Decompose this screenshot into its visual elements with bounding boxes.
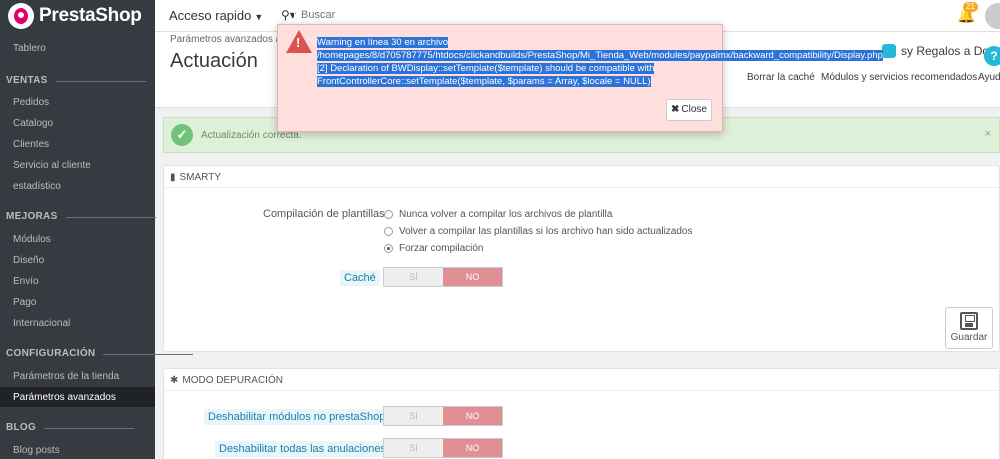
- disable-overrides-no[interactable]: NO: [443, 439, 502, 457]
- sidebar-item-clientes[interactable]: Clientes: [13, 139, 49, 150]
- sidebar-item-envio[interactable]: Envío: [13, 276, 39, 287]
- avatar[interactable]: [985, 3, 1000, 29]
- radio-button[interactable]: [384, 210, 393, 219]
- breadcrumb[interactable]: Parámetros avanzados /: [170, 34, 278, 45]
- debug-heading-text: MODO DEPURACIÓN: [182, 375, 283, 386]
- close-button-label: Close: [681, 104, 707, 115]
- disable-overrides-toggle[interactable]: SÍ NO: [383, 438, 503, 458]
- clear-cache-link[interactable]: Borrar la caché: [747, 72, 815, 83]
- smarty-panel: ▮ SMARTY Compilación de plantillas Nunca …: [163, 165, 1000, 352]
- sidebar-item-blog-posts[interactable]: Blog posts: [13, 445, 60, 456]
- logo-text: PrestaShop: [39, 5, 142, 26]
- cache-no[interactable]: NO: [443, 268, 502, 286]
- warning-line-2: /homepages/8/d705787775/htdocs/clickandb…: [317, 50, 883, 61]
- close-icon[interactable]: ×: [985, 128, 991, 140]
- warning-dialog: ! Warning en línea 30 en archivo /homepa…: [277, 24, 883, 132]
- floppy-disk-icon: [960, 312, 978, 330]
- warning-line-3: [2] Declaration of BWDisplay::setTemplat…: [317, 63, 655, 74]
- compile-option-never-label: Nunca volver a compilar los archivos de …: [399, 209, 613, 220]
- search-box: [294, 4, 444, 26]
- sidebar-item-modulos[interactable]: Módulos: [13, 234, 51, 245]
- puzzle-icon: [882, 44, 896, 58]
- caret-down-icon: ▼: [254, 12, 264, 22]
- sidebar-item-pedidos[interactable]: Pedidos: [13, 97, 49, 108]
- search-input[interactable]: [295, 5, 443, 25]
- sidebar-item-diseno[interactable]: Diseño: [13, 255, 44, 266]
- check-icon: ✓: [171, 124, 193, 146]
- debug-panel-heading: ✱ MODO DEPURACIÓN: [164, 369, 999, 391]
- sidebar-heading-blog: BLOG: [6, 422, 135, 433]
- sidebar-item-parametros-avanzados[interactable]: Parámetros avanzados: [13, 392, 116, 403]
- sidebar-item-estadistico[interactable]: estadístico: [13, 181, 61, 192]
- close-icon: ✖: [671, 104, 680, 115]
- help-link[interactable]: Ayuda: [978, 72, 1000, 83]
- help-icon[interactable]: ?: [984, 46, 1000, 66]
- smarty-panel-heading: ▮ SMARTY: [164, 166, 999, 188]
- quick-access-label: Acceso rapido: [169, 8, 252, 23]
- template-compile-label: Compilación de plantillas: [263, 208, 385, 220]
- sidebar-item-parametros-tienda[interactable]: Parámetros de la tienda: [13, 371, 119, 382]
- smarty-heading-text: SMARTY: [179, 172, 222, 183]
- disable-modules-label: Deshabilitar módulos no prestaShop: [204, 409, 390, 425]
- prestashop-logo-icon: [8, 3, 34, 29]
- disable-modules-toggle[interactable]: SÍ NO: [383, 406, 503, 426]
- prestashop-logo[interactable]: PrestaShop: [0, 0, 155, 32]
- cache-label: Caché: [340, 270, 380, 286]
- cache-yes[interactable]: SÍ: [384, 268, 443, 286]
- quick-access-dropdown[interactable]: Acceso rapido ▼: [169, 8, 263, 23]
- sidebar-heading-ventas: VENTAS: [6, 75, 145, 86]
- radio-button-selected[interactable]: [384, 244, 393, 253]
- sidebar-heading-mejoras: MEJORAS: [6, 211, 155, 222]
- sidebar-item-servicio-cliente[interactable]: Servicio al cliente: [13, 160, 91, 171]
- recommended-modules-link[interactable]: Módulos y servicios recomendados: [821, 72, 977, 83]
- warning-line-4: FrontControllerCore::setTemplate($templa…: [317, 76, 651, 87]
- debug-mode-panel: ✱ MODO DEPURACIÓN Deshabilitar módulos no…: [163, 368, 1000, 459]
- warning-exclamation: !: [296, 35, 301, 50]
- sidebar: Tablero VENTAS Pedidos Catalogo Clientes…: [0, 32, 195, 459]
- sidebar-heading-configuracion: CONFIGURACIÓN: [6, 348, 195, 359]
- sidebar-item-internacional[interactable]: Internacional: [13, 318, 70, 329]
- close-button[interactable]: ✖ Close: [666, 99, 712, 121]
- notifications-badge: 21: [963, 2, 978, 12]
- sidebar-item-pago[interactable]: Pago: [13, 297, 36, 308]
- disable-overrides-label: Deshabilitar todas las anulaciones: [215, 441, 390, 457]
- disable-overrides-yes[interactable]: SÍ: [384, 439, 443, 457]
- warning-line-1: Warning en línea 30 en archivo: [317, 37, 449, 48]
- compile-option-never[interactable]: Nunca volver a compilar los archivos de …: [384, 209, 612, 220]
- cache-toggle[interactable]: SÍ NO: [383, 267, 503, 287]
- bug-icon: ✱: [170, 375, 179, 386]
- radio-button[interactable]: [384, 227, 393, 236]
- briefcase-icon: ▮: [170, 172, 176, 183]
- compile-option-force[interactable]: Forzar compilación: [384, 243, 483, 254]
- compile-option-force-label: Forzar compilación: [399, 243, 484, 254]
- save-button[interactable]: Guardar: [945, 307, 993, 349]
- save-label: Guardar: [950, 332, 988, 343]
- compile-option-if-updated-label: Volver a compilar las plantillas si los …: [399, 226, 693, 237]
- compile-option-if-updated[interactable]: Volver a compilar las plantillas si los …: [384, 226, 692, 237]
- sidebar-item-tablero[interactable]: Tablero: [13, 43, 46, 54]
- sidebar-item-catalogo[interactable]: Catalogo: [13, 118, 53, 129]
- page-title: Actuación: [170, 50, 258, 72]
- warning-message[interactable]: Warning en línea 30 en archivo /homepage…: [317, 36, 883, 88]
- disable-modules-yes[interactable]: SÍ: [384, 407, 443, 425]
- disable-modules-no[interactable]: NO: [443, 407, 502, 425]
